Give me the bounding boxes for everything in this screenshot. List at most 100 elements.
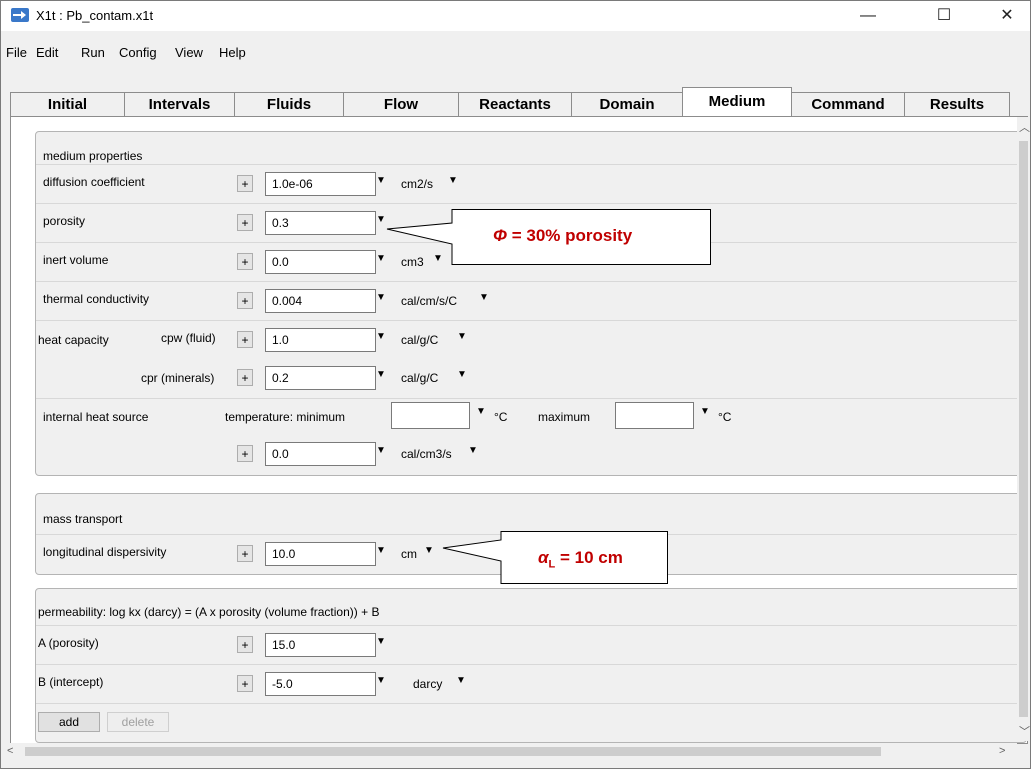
thermal-conductivity-unit[interactable]: cal/cm/s/C	[401, 294, 457, 308]
b-intercept-unit-dropdown-icon[interactable]: ▼	[456, 675, 466, 686]
internal-heat-dropdown-icon[interactable]: ▼	[376, 445, 386, 456]
dispersivity-field[interactable]: 10.0	[265, 542, 376, 566]
a-porosity-dropdown-icon[interactable]: ▼	[376, 636, 386, 647]
tab-results[interactable]: Results	[904, 92, 1010, 116]
cpw-unit-dropdown-icon[interactable]: ▼	[457, 331, 467, 342]
tab-intervals[interactable]: Intervals	[124, 92, 235, 116]
scroll-right-icon[interactable]: >	[999, 745, 1005, 757]
b-intercept-plus-button[interactable]: +	[237, 675, 253, 692]
menu-file[interactable]: File	[6, 45, 27, 60]
diffusion-field[interactable]: 1.0e-06	[265, 172, 376, 196]
mass-transport-header: mass transport	[43, 512, 123, 526]
menu-help[interactable]: Help	[219, 45, 246, 60]
scroll-up-icon[interactable]: ︿	[1019, 119, 1030, 135]
delete-button[interactable]: delete	[107, 712, 169, 732]
internal-heat-unit-dropdown-icon[interactable]: ▼	[468, 445, 478, 456]
diffusion-dropdown-icon[interactable]: ▼	[376, 175, 386, 186]
vertical-scroll-thumb[interactable]	[1019, 141, 1028, 717]
tab-reactants[interactable]: Reactants	[458, 92, 572, 116]
diffusion-unit-dropdown-icon[interactable]: ▼	[448, 175, 458, 186]
menu-config[interactable]: Config	[119, 45, 157, 60]
temperature-max-unit: °C	[718, 410, 732, 424]
b-intercept-row: B (intercept) + -5.0 ▼ darcy ▼	[36, 665, 1026, 704]
menu-edit[interactable]: Edit	[36, 45, 58, 60]
internal-heat-plus-button[interactable]: +	[237, 445, 253, 462]
scroll-left-icon[interactable]: <	[7, 745, 13, 757]
temperature-min-field[interactable]	[391, 402, 470, 429]
b-intercept-unit[interactable]: darcy	[413, 677, 442, 691]
dispersivity-label: longitudinal dispersivity	[43, 545, 167, 559]
porosity-field[interactable]: 0.3	[265, 211, 376, 235]
porosity-callout-text: Φ = 30% porosity	[493, 226, 632, 246]
temperature-max-field[interactable]	[615, 402, 694, 429]
menu-run[interactable]: Run	[81, 45, 105, 60]
diffusion-plus-button[interactable]: +	[237, 175, 253, 192]
tab-command[interactable]: Command	[791, 92, 905, 116]
menu-view[interactable]: View	[175, 45, 203, 60]
b-intercept-field[interactable]: -5.0	[265, 672, 376, 696]
cpw-plus-button[interactable]: +	[237, 331, 253, 348]
thermal-conductivity-unit-dropdown-icon[interactable]: ▼	[479, 292, 489, 303]
cpw-unit[interactable]: cal/g/C	[401, 333, 438, 347]
horizontal-scroll-thumb[interactable]	[25, 747, 881, 756]
close-button[interactable]: ✕	[984, 1, 1030, 31]
porosity-callout-value: = 30% porosity	[506, 226, 633, 245]
dispersivity-unit[interactable]: cm	[401, 547, 417, 561]
dispersivity-callout-text: αL = 10 cm	[538, 548, 623, 570]
thermal-conductivity-field[interactable]: 0.004	[265, 289, 376, 313]
inert-volume-plus-button[interactable]: +	[237, 253, 253, 270]
inert-volume-label: inert volume	[43, 253, 109, 267]
cpr-field[interactable]: 0.2	[265, 366, 376, 390]
window-title: X1t : Pb_contam.x1t	[36, 8, 154, 23]
scroll-down-icon[interactable]: ﹀	[1019, 723, 1030, 739]
a-porosity-plus-button[interactable]: +	[237, 636, 253, 653]
heat-capacity-row: heat capacity cpw (fluid) + 1.0 ▼ cal/g/…	[36, 321, 1026, 399]
a-porosity-field[interactable]: 15.0	[265, 633, 376, 657]
tab-flow[interactable]: Flow	[343, 92, 459, 116]
a-porosity-label: A (porosity)	[38, 636, 99, 650]
cpr-dropdown-icon[interactable]: ▼	[376, 369, 386, 380]
temperature-min-unit: °C	[494, 410, 508, 424]
dispersivity-callout: αL = 10 cm	[438, 531, 674, 591]
cpw-field[interactable]: 1.0	[265, 328, 376, 352]
cpw-dropdown-icon[interactable]: ▼	[376, 331, 386, 342]
temperature-max-label: maximum	[538, 410, 591, 424]
thermal-conductivity-dropdown-icon[interactable]: ▼	[376, 292, 386, 303]
horizontal-scrollbar[interactable]: < >	[1, 743, 1017, 760]
tab-initial[interactable]: Initial	[10, 92, 125, 116]
cpr-plus-button[interactable]: +	[237, 369, 253, 386]
internal-heat-field[interactable]: 0.0	[265, 442, 376, 466]
tab-medium[interactable]: Medium	[682, 87, 792, 117]
medium-properties-header: medium properties	[43, 149, 143, 163]
dispersivity-plus-button[interactable]: +	[237, 545, 253, 562]
inert-volume-field[interactable]: 0.0	[265, 250, 376, 274]
permeability-group: permeability: log kx (darcy) = (A x poro…	[35, 588, 1027, 743]
vertical-scrollbar[interactable]: ︿ ﹀	[1017, 117, 1030, 741]
cpr-label: cpr (minerals)	[141, 371, 215, 385]
cpr-unit-dropdown-icon[interactable]: ▼	[457, 369, 467, 380]
add-button[interactable]: add	[38, 712, 100, 732]
dispersivity-dropdown-icon[interactable]: ▼	[376, 545, 386, 556]
dispersivity-unit-dropdown-icon[interactable]: ▼	[424, 545, 434, 556]
alpha-symbol: α	[538, 548, 549, 567]
tab-fluids[interactable]: Fluids	[234, 92, 344, 116]
dispersivity-callout-value: = 10 cm	[555, 548, 623, 567]
internal-heat-unit[interactable]: cal/cm3/s	[401, 447, 452, 461]
app-arrow-icon	[11, 8, 29, 22]
app-window: X1t : Pb_contam.x1t — ☐ ✕ File Edit Run …	[0, 0, 1031, 769]
temperature-min-dropdown-icon[interactable]: ▼	[476, 406, 486, 417]
cpr-unit[interactable]: cal/g/C	[401, 371, 438, 385]
medium-properties-group: medium properties diffusion coefficient …	[35, 131, 1027, 476]
temperature-max-dropdown-icon[interactable]: ▼	[700, 406, 710, 417]
minimize-button[interactable]: —	[845, 1, 891, 31]
temperature-min-label: temperature: minimum	[225, 410, 346, 424]
thermal-conductivity-plus-button[interactable]: +	[237, 292, 253, 309]
maximize-button[interactable]: ☐	[921, 1, 967, 31]
b-intercept-dropdown-icon[interactable]: ▼	[376, 675, 386, 686]
tab-domain[interactable]: Domain	[571, 92, 683, 116]
diffusion-unit[interactable]: cm2/s	[401, 177, 433, 191]
mass-transport-header-row: mass transport	[36, 494, 1026, 535]
porosity-callout: Φ = 30% porosity	[381, 209, 721, 269]
title-bar: X1t : Pb_contam.x1t — ☐ ✕	[1, 1, 1030, 31]
porosity-plus-button[interactable]: +	[237, 214, 253, 231]
